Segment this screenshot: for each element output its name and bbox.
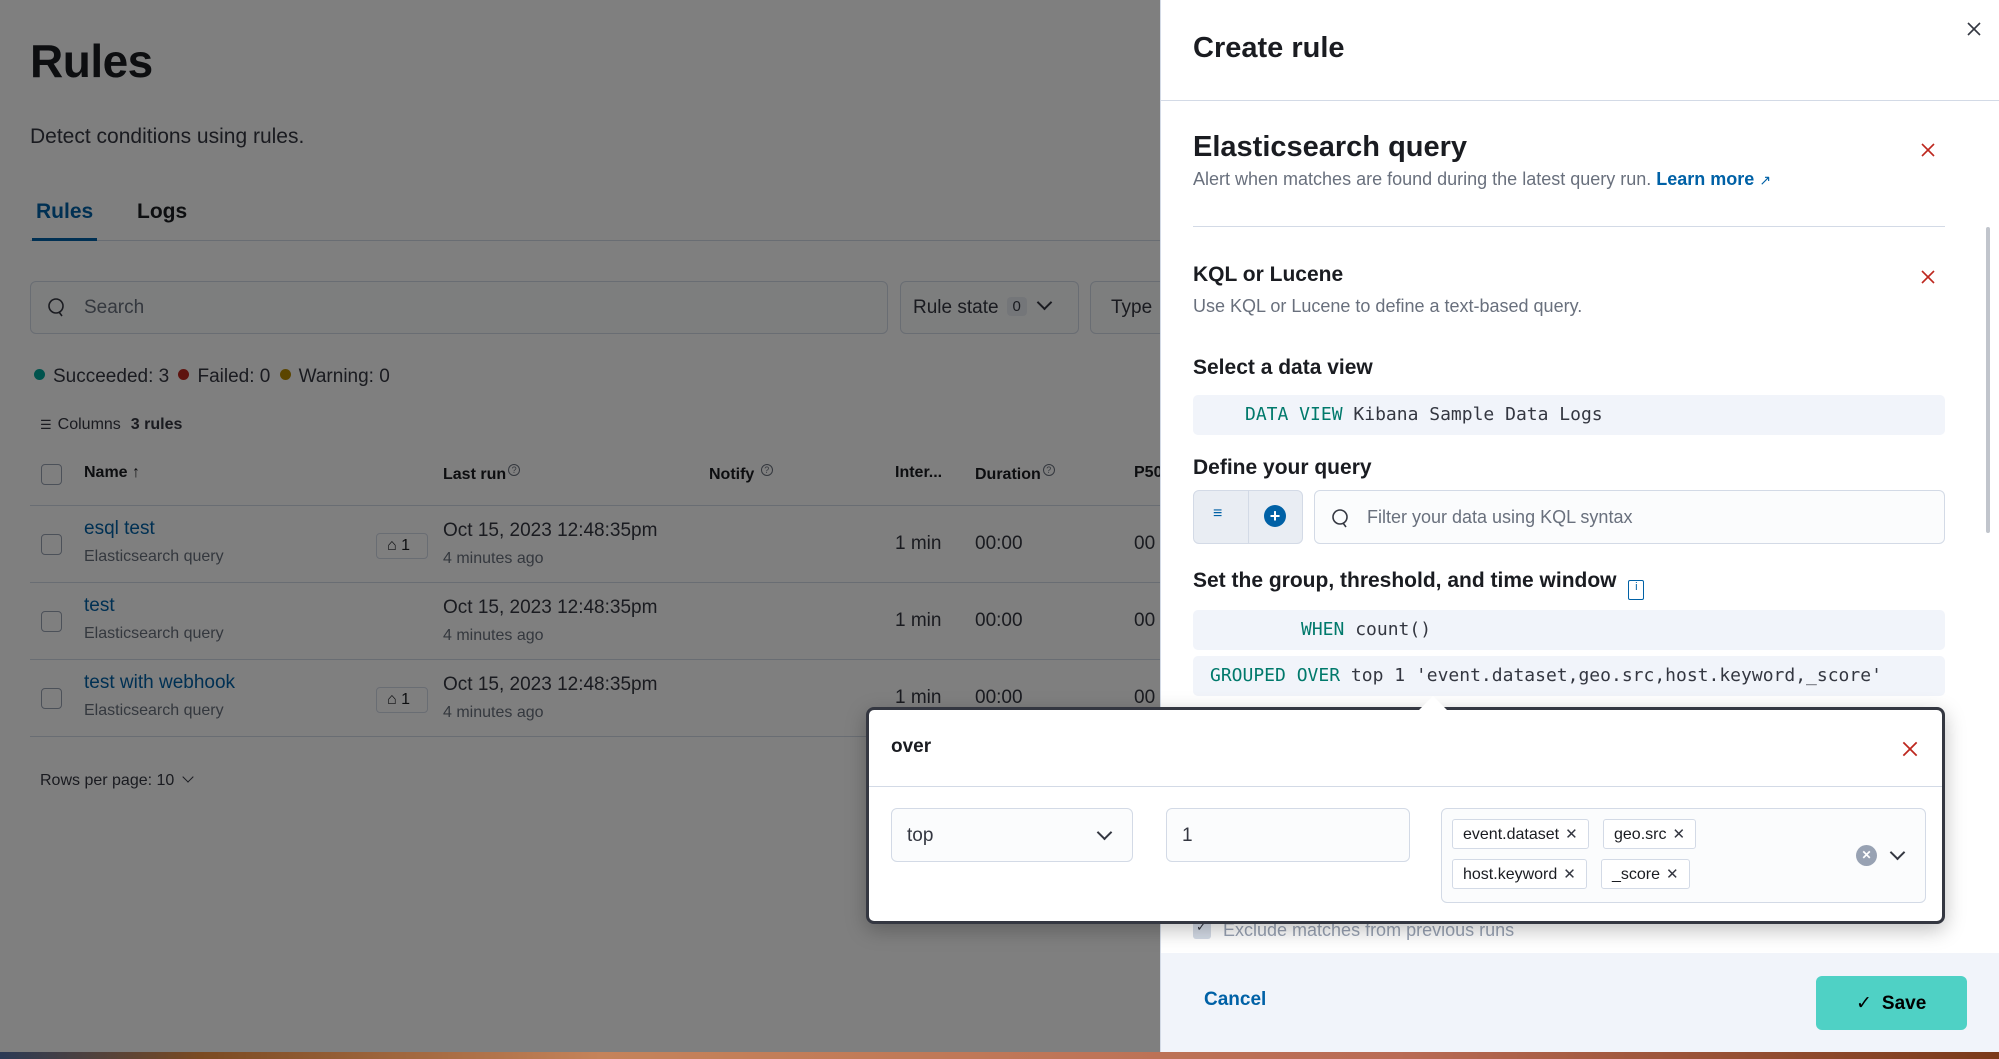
field-pill: _score ✕ <box>1601 859 1690 889</box>
group-fields-combobox[interactable]: event.dataset ✕ geo.src ✕ host.keyword ✕ _s… <box>1441 808 1926 903</box>
data-view-expression[interactable]: DATA VIEW Kibana Sample Data Logs <box>1193 395 1945 435</box>
popover-title: over <box>891 736 932 757</box>
chevron-down-icon <box>1096 824 1113 841</box>
flyout-header: Create rule <box>1161 0 1999 101</box>
check-icon: ✓ <box>1856 993 1872 1014</box>
field-pill: event.dataset ✕ <box>1452 819 1589 849</box>
remove-pill-icon[interactable]: ✕ <box>1666 866 1679 883</box>
flyout-footer: Cancel ✓ Save <box>1161 953 1999 1052</box>
remove-rule-type-icon[interactable] <box>1919 141 1937 159</box>
close-popover-icon[interactable] <box>1900 739 1920 759</box>
divider <box>869 786 1942 787</box>
query-type-description: Use KQL or Lucene to define a text-based… <box>1193 296 1583 316</box>
query-bar: ≡ + Filter your data using KQL syntax <box>1193 490 1945 544</box>
threshold-label: Set the group, threshold, and time windo… <box>1193 569 1645 600</box>
close-icon[interactable] <box>1963 18 1985 40</box>
clear-all-icon[interactable]: ✕ <box>1856 845 1877 866</box>
filter-menu-icon[interactable]: ≡ <box>1213 505 1222 523</box>
popover-arrow <box>1419 696 1447 710</box>
cancel-button[interactable]: Cancel <box>1204 989 1266 1011</box>
group-size-input[interactable]: 1 <box>1166 808 1410 862</box>
external-link-icon: ↗ <box>1759 172 1772 188</box>
group-over-popover: over top 1 event.dataset ✕ geo.src ✕ host.… <box>866 696 1945 924</box>
field-pill: host.keyword ✕ <box>1452 859 1587 889</box>
remove-pill-icon[interactable]: ✕ <box>1565 826 1578 843</box>
learn-more-link[interactable]: Learn more ↗ <box>1656 169 1771 189</box>
search-icon <box>1332 509 1348 528</box>
query-type-title: KQL or Lucene <box>1193 263 1344 286</box>
kql-query-input[interactable]: Filter your data using KQL syntax <box>1314 490 1945 544</box>
scrollbar[interactable] <box>1986 227 1990 533</box>
save-button[interactable]: ✓ Save <box>1816 976 1967 1030</box>
rule-type-description: Alert when matches are found during the … <box>1193 169 1772 189</box>
docs-info-icon[interactable]: i <box>1628 580 1645 600</box>
data-view-label: Select a data view <box>1193 356 1373 379</box>
app-window: Rules Detect conditions using rules. Rul… <box>0 0 1999 1052</box>
flyout-title: Create rule <box>1193 32 1345 64</box>
rule-type-title: Elasticsearch query <box>1193 131 1468 163</box>
chevron-down-icon[interactable] <box>1889 844 1906 861</box>
group-type-select[interactable]: top <box>891 808 1133 862</box>
field-pill: geo.src ✕ <box>1603 819 1697 849</box>
query-label: Define your query <box>1193 456 1372 479</box>
remove-query-type-icon[interactable] <box>1919 268 1937 286</box>
remove-pill-icon[interactable]: ✕ <box>1672 826 1685 843</box>
when-expression[interactable]: WHEN count() <box>1193 610 1945 650</box>
add-filter-icon[interactable]: + <box>1264 505 1286 527</box>
query-buttons: ≡ + <box>1193 490 1303 544</box>
remove-pill-icon[interactable]: ✕ <box>1563 866 1576 883</box>
grouped-over-expression[interactable]: GROUPED OVER top 1 'event.dataset,geo.sr… <box>1193 656 1945 696</box>
desktop-background <box>0 1052 1999 1059</box>
divider <box>1193 226 1945 227</box>
